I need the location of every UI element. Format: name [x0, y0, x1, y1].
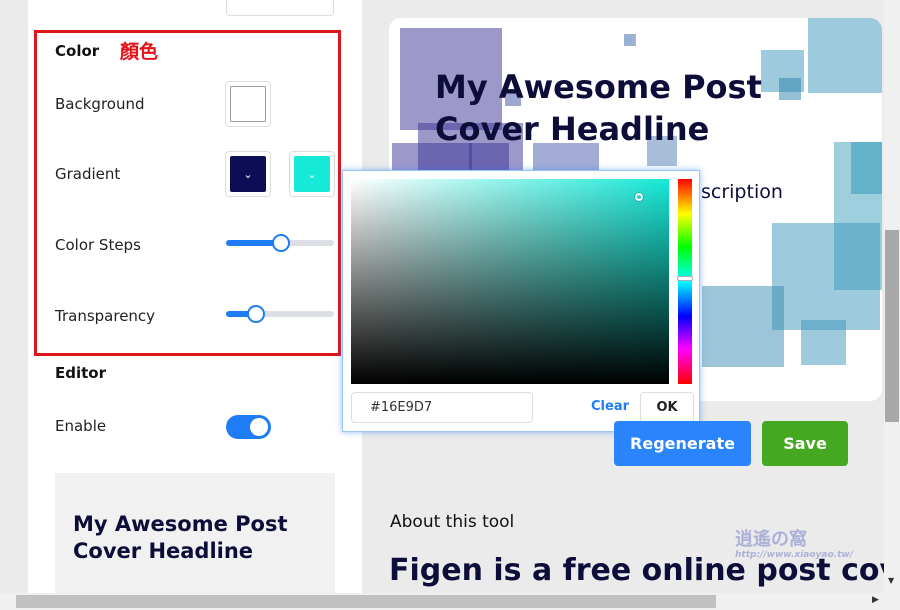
color-cursor[interactable] [635, 193, 643, 201]
hex-input[interactable]: #16E9D7 [351, 392, 533, 423]
vertical-scrollbar-thumb[interactable] [885, 230, 899, 422]
transparency-label: Transparency [55, 307, 156, 325]
scroll-right-arrow-icon[interactable]: ▶ [872, 595, 879, 605]
save-button[interactable]: Save [762, 421, 848, 466]
vertical-scrollbar[interactable]: ▼ [884, 0, 900, 593]
previous-input[interactable] [226, 0, 334, 16]
horizontal-scrollbar-thumb[interactable] [16, 595, 716, 608]
ok-button[interactable]: OK [640, 392, 694, 423]
editor-section-title: Editor [55, 364, 106, 382]
color-steps-label: Color Steps [55, 236, 141, 254]
clear-button[interactable]: Clear [591, 399, 629, 414]
background-color-swatch[interactable] [225, 81, 271, 127]
enable-label: Enable [55, 417, 107, 435]
color-annotation: 顏色 [120, 41, 159, 63]
settings-panel: Color 顏色 Background Gradient ⌄ ⌄ Color S… [28, 0, 362, 598]
chevron-down-icon: ⌄ [243, 167, 253, 181]
chevron-down-icon: ⌄ [307, 167, 317, 181]
color-steps-slider[interactable] [226, 234, 334, 252]
slider-thumb[interactable] [247, 305, 265, 323]
gradient-start-swatch[interactable]: ⌄ [225, 151, 271, 197]
scroll-down-arrow-icon[interactable]: ▼ [888, 576, 894, 585]
gradient-label: Gradient [55, 165, 121, 183]
hue-handle[interactable] [677, 276, 693, 281]
horizontal-scrollbar[interactable]: ▶ [0, 593, 900, 610]
transparency-slider[interactable] [226, 305, 334, 323]
preview-description: scription [701, 181, 783, 203]
background-label: Background [55, 95, 145, 113]
about-heading: About this tool [390, 512, 515, 532]
saturation-area[interactable] [351, 179, 669, 384]
color-picker-popup: #16E9D7 Clear OK [342, 170, 700, 432]
watermark-url: http://www.xiaoyao.tw/ [735, 550, 854, 560]
enable-toggle[interactable] [226, 415, 271, 439]
gradient-end-swatch[interactable]: ⌄ [289, 151, 335, 197]
color-section-title: Color [55, 42, 100, 60]
watermark-logo: 逍遙の窩 [735, 529, 807, 550]
mini-preview-title: My Awesome Post Cover Headline [73, 512, 288, 563]
slider-thumb[interactable] [272, 234, 290, 252]
mini-preview: My Awesome Post Cover Headline [55, 473, 335, 598]
regenerate-button[interactable]: Regenerate [614, 421, 751, 466]
preview-headline: My Awesome Post Cover Headline [435, 68, 762, 148]
hue-slider[interactable] [677, 179, 693, 384]
